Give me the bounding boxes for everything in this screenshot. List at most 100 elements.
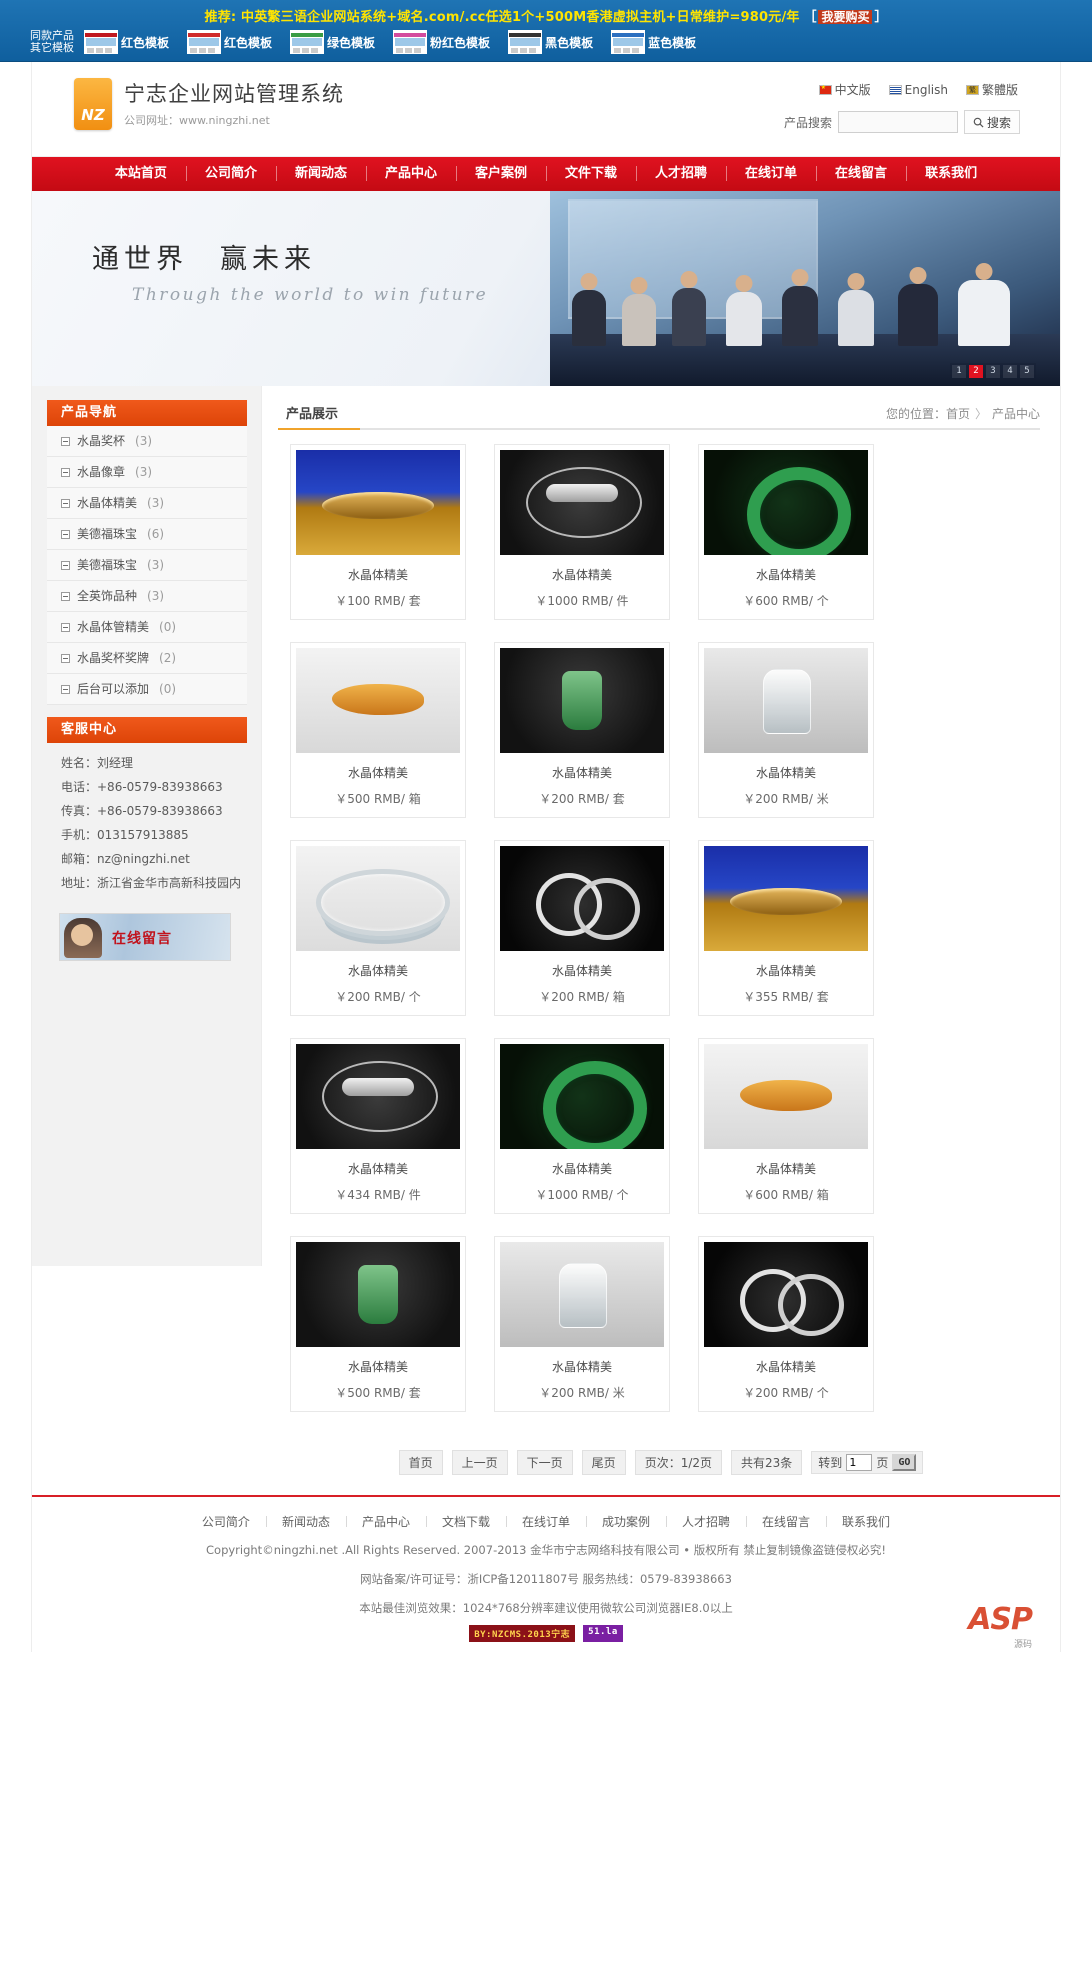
footer-link-6[interactable]: 人才招聘 [666, 1513, 746, 1530]
stats-badge[interactable]: 51.la [583, 1625, 623, 1642]
nav-item-5[interactable]: 文件下载 [546, 157, 636, 191]
nav-item-4[interactable]: 客户案例 [455, 157, 546, 191]
nav-item-8[interactable]: 在线留言 [816, 157, 906, 191]
tab-product-display[interactable]: 产品展示 [278, 403, 361, 430]
category-item-8[interactable]: 后台可以添加 (0) [47, 674, 247, 705]
footer-link-1[interactable]: 新闻动态 [265, 1513, 346, 1530]
nav-item-0[interactable]: 本站首页 [96, 157, 186, 191]
template-item-0[interactable]: 红色模板 [84, 30, 169, 54]
product-card[interactable]: 水晶体精美 ￥434 RMB/ 件 [290, 1038, 466, 1214]
category-item-3[interactable]: 美德福珠宝 (6) [47, 519, 247, 550]
product-image[interactable] [500, 846, 664, 951]
product-card[interactable]: 水晶体精美 ￥500 RMB/ 套 [290, 1236, 466, 1412]
product-card[interactable]: 水晶体精美 ￥500 RMB/ 箱 [290, 642, 466, 818]
pager-next-button[interactable]: 下一页 [516, 1450, 573, 1475]
category-item-6[interactable]: 水晶体管精美 (0) [47, 612, 247, 643]
product-card[interactable]: 水晶体精美 ￥200 RMB/ 个 [698, 1236, 874, 1412]
online-message-banner[interactable]: 在线留言 [59, 913, 231, 961]
product-card[interactable]: 水晶体精美 ￥355 RMB/ 套 [698, 840, 874, 1016]
expand-toggle-icon[interactable] [61, 622, 70, 632]
pager-first-button[interactable]: 首页 [398, 1450, 443, 1475]
footer-link-0[interactable]: 公司简介 [186, 1513, 266, 1530]
product-image[interactable] [296, 450, 460, 555]
template-item-2[interactable]: 绿色模板 [290, 30, 375, 54]
product-card[interactable]: 水晶体精美 ￥200 RMB/ 套 [494, 642, 670, 818]
banner-dot-1[interactable]: 1 [952, 365, 966, 378]
product-image[interactable] [296, 1242, 460, 1347]
nav-item-6[interactable]: 人才招聘 [636, 157, 726, 191]
nzcms-badge[interactable]: BY:NZCMS.2013宁志 [469, 1625, 576, 1642]
contact-row-2: 传真：+86-0579-83938663 [61, 804, 223, 818]
breadcrumb-home[interactable]: 首页 [946, 407, 970, 421]
category-item-0[interactable]: 水晶奖杯 (3) [47, 426, 247, 457]
product-image[interactable] [500, 450, 664, 555]
product-image[interactable] [704, 846, 868, 951]
banner-dot-2[interactable]: 2 [969, 365, 983, 378]
product-card[interactable]: 水晶体精美 ￥600 RMB/ 个 [698, 444, 874, 620]
product-image[interactable] [296, 846, 460, 951]
nav-item-1[interactable]: 公司简介 [185, 157, 276, 191]
product-card[interactable]: 水晶体精美 ￥100 RMB/ 套 [290, 444, 466, 620]
category-item-5[interactable]: 全英饰品种 (3) [47, 581, 247, 612]
footer-link-3[interactable]: 文档下载 [425, 1513, 506, 1530]
template-item-5[interactable]: 蓝色模板 [611, 30, 696, 54]
product-card[interactable]: 水晶体精美 ￥200 RMB/ 个 [290, 840, 466, 1016]
expand-toggle-icon[interactable] [61, 653, 70, 663]
expand-toggle-icon[interactable] [61, 529, 70, 539]
product-card[interactable]: 水晶体精美 ￥200 RMB/ 米 [698, 642, 874, 818]
footer-link-8[interactable]: 联系我们 [826, 1513, 906, 1530]
expand-toggle-icon[interactable] [61, 436, 70, 446]
category-item-2[interactable]: 水晶体精美 (3) [47, 488, 247, 519]
product-card[interactable]: 水晶体精美 ￥1000 RMB/ 件 [494, 444, 670, 620]
product-name: 水晶体精美 [755, 568, 816, 582]
nav-item-7[interactable]: 在线订单 [726, 157, 816, 191]
expand-toggle-icon[interactable] [61, 467, 70, 477]
pager-go-button[interactable]: GO [892, 1454, 917, 1471]
template-item-3[interactable]: 粉红色模板 [393, 30, 490, 54]
search-input[interactable] [837, 111, 958, 133]
nav-item-2[interactable]: 新闻动态 [275, 157, 366, 191]
product-price: ￥200 RMB/ 套 [539, 792, 625, 806]
banner-dot-5[interactable]: 5 [1020, 365, 1034, 378]
expand-toggle-icon[interactable] [61, 591, 70, 601]
banner-dot-3[interactable]: 3 [986, 365, 1000, 378]
product-card[interactable]: 水晶体精美 ￥1000 RMB/ 个 [494, 1038, 670, 1214]
product-image[interactable] [500, 648, 664, 753]
language-en[interactable]: English [888, 83, 948, 97]
product-image[interactable] [704, 1242, 868, 1347]
logo-block[interactable]: NZ 宁志企业网站管理系统 公司网址：www.ningzhi.net [74, 78, 344, 130]
product-image[interactable] [296, 1044, 460, 1149]
expand-toggle-icon[interactable] [61, 498, 70, 508]
product-image[interactable] [500, 1242, 664, 1347]
nav-item-9[interactable]: 联系我们 [906, 157, 996, 191]
footer-link-5[interactable]: 成功案例 [586, 1513, 666, 1530]
nav-item-3[interactable]: 产品中心 [365, 157, 456, 191]
expand-toggle-icon[interactable] [61, 684, 70, 694]
product-image[interactable] [704, 450, 868, 555]
language-tw[interactable]: 繁體版 [965, 81, 1018, 98]
product-card[interactable]: 水晶体精美 ￥600 RMB/ 箱 [698, 1038, 874, 1214]
category-item-4[interactable]: 美德福珠宝 (3) [47, 550, 247, 581]
promo-buy-button[interactable]: 我要购买 [818, 10, 873, 24]
footer-link-2[interactable]: 产品中心 [345, 1513, 426, 1530]
sidebar: 产品导航 水晶奖杯 (3) 水晶像章 (3) 水晶体精美 (3) 美德福珠宝 (6) 美德福珠宝… [32, 386, 262, 1266]
product-image[interactable] [500, 1044, 664, 1149]
pager-prev-button[interactable]: 上一页 [451, 1450, 508, 1475]
banner-dot-4[interactable]: 4 [1003, 365, 1017, 378]
search-button[interactable]: 搜索 [963, 110, 1020, 134]
footer-link-7[interactable]: 在线留言 [746, 1513, 826, 1530]
pager-last-button[interactable]: 尾页 [581, 1450, 626, 1475]
footer-link-4[interactable]: 在线订单 [505, 1513, 586, 1530]
product-card[interactable]: 水晶体精美 ￥200 RMB/ 米 [494, 1236, 670, 1412]
product-card[interactable]: 水晶体精美 ￥200 RMB/ 箱 [494, 840, 670, 1016]
category-item-7[interactable]: 水晶奖杯奖牌 (2) [47, 643, 247, 674]
expand-toggle-icon[interactable] [61, 560, 70, 570]
product-image[interactable] [704, 1044, 868, 1149]
product-image[interactable] [704, 648, 868, 753]
pager-goto-input[interactable] [846, 1454, 873, 1471]
category-item-1[interactable]: 水晶像章 (3) [47, 457, 247, 488]
template-item-4[interactable]: 黑色模板 [508, 30, 593, 54]
language-cn[interactable]: 中文版 [818, 81, 871, 98]
product-image[interactable] [296, 648, 460, 753]
template-item-1[interactable]: 红色模板 [187, 30, 272, 54]
